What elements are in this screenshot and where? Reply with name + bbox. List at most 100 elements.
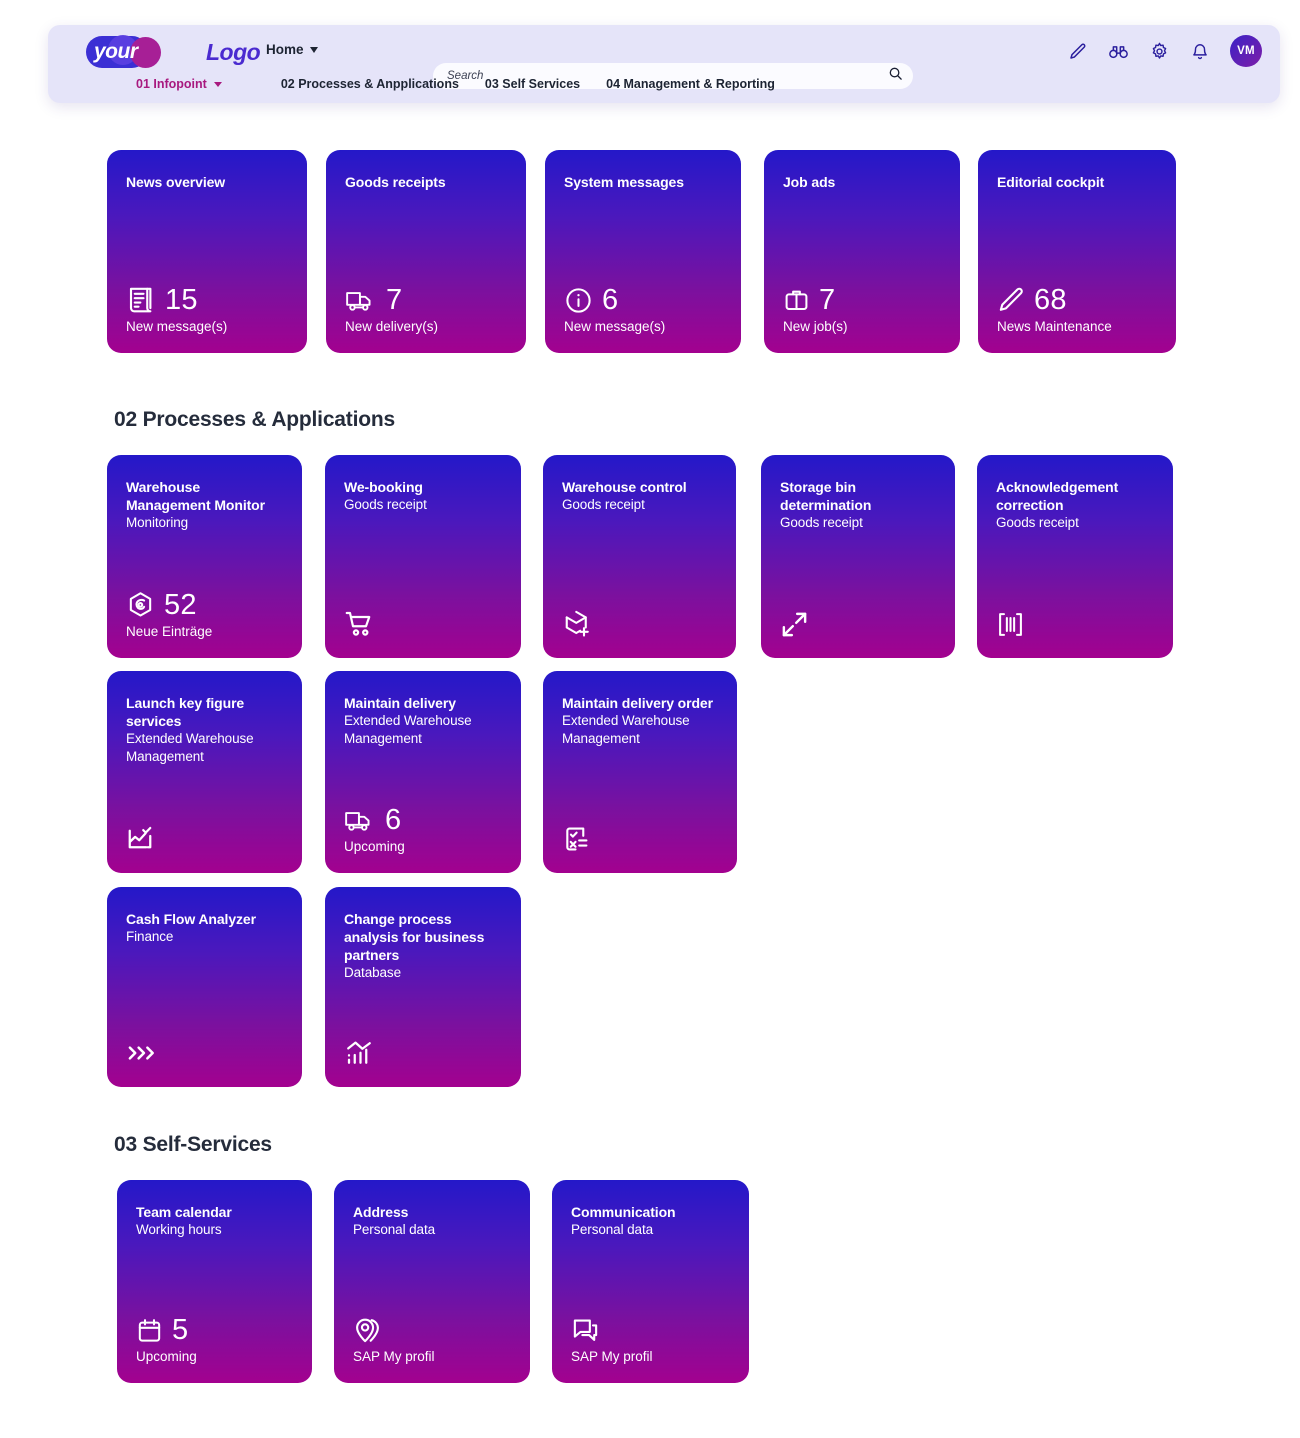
tile-news-overview[interactable]: News overview 15 New message(s) — [107, 150, 307, 353]
tile-subtitle: Extended Warehouse Management — [562, 713, 690, 746]
calendar-icon — [136, 1316, 163, 1345]
tile-storage-bin-determination[interactable]: Storage bin determination Goods receipt — [761, 455, 955, 658]
tile-subtitle: Goods receipt — [780, 515, 863, 530]
tile-header: News overview — [126, 173, 293, 191]
brand-logo[interactable]: your Logo — [86, 35, 261, 69]
tile-communication[interactable]: Communication Personal data SAP My profi… — [552, 1180, 749, 1383]
tile-title: Warehouse Management Monitor — [126, 479, 265, 513]
tile-footer: SAP My profil — [353, 1313, 518, 1366]
chevrons-right-icon — [126, 1036, 290, 1070]
map-pin-icon — [353, 1313, 518, 1347]
bar-chart-trend-icon — [344, 1036, 509, 1070]
tile-change-process-analysis[interactable]: Change process analysis for business par… — [325, 887, 521, 1087]
gear-icon[interactable] — [1148, 40, 1170, 62]
tile-acknowledgement-correction[interactable]: Acknowledgement correction Goods receipt — [977, 455, 1173, 658]
app-header: your Logo Home Search VM 01 Infopoint 02… — [48, 25, 1280, 103]
barcode-scan-icon — [996, 607, 1161, 641]
tile-header: System messages — [564, 173, 727, 191]
tile-footer — [780, 607, 943, 641]
tile-title: We-booking — [344, 479, 423, 495]
tile-job-ads[interactable]: Job ads 7 New job(s) — [764, 150, 960, 353]
tile-metric-label: News Maintenance — [997, 319, 1112, 334]
chevron-down-icon — [213, 81, 222, 87]
tile-footer: 6 Upcoming — [344, 803, 509, 856]
tile-subtitle: Goods receipt — [562, 497, 645, 512]
tile-metric-label: Neue Einträge — [126, 624, 213, 639]
home-dropdown-label: Home — [266, 42, 304, 57]
info-circle-icon — [564, 286, 593, 315]
tile-subtitle: Goods receipt — [996, 515, 1079, 530]
tile-header: Storage bin determination Goods receipt — [780, 478, 941, 532]
tile-title: Communication — [571, 1204, 676, 1220]
tile-title: Goods receipts — [345, 174, 446, 190]
tile-subtitle: Monitoring — [126, 515, 189, 530]
nav-item-management-reporting[interactable]: 04 Management & Reporting — [606, 77, 775, 91]
tile-title: Maintain delivery — [344, 695, 456, 711]
tile-editorial-cockpit[interactable]: Editorial cockpit 68 News Maintenance — [978, 150, 1176, 353]
tile-header: Acknowledgement correction Goods receipt — [996, 478, 1159, 532]
nav-item-self-services[interactable]: 03 Self Services — [485, 77, 580, 91]
pencil-icon[interactable] — [1066, 40, 1088, 62]
tile-subtitle: Goods receipt — [344, 497, 427, 512]
expand-arrows-icon — [780, 607, 943, 641]
tile-team-calendar[interactable]: Team calendar Working hours 5 Upcoming — [117, 1180, 312, 1383]
tile-metric-label: SAP My profil — [571, 1349, 653, 1364]
tile-footer — [344, 1036, 509, 1070]
tile-metric-label: Upcoming — [344, 839, 405, 854]
tile-system-messages[interactable]: System messages 6 New message(s) — [545, 150, 741, 353]
tile-footer: 68 News Maintenance — [997, 283, 1164, 336]
header-action-icons: VM — [1066, 35, 1262, 67]
tile-maintain-delivery[interactable]: Maintain delivery Extended Warehouse Man… — [325, 671, 521, 873]
logo-text-your: your — [94, 40, 138, 63]
tile-address[interactable]: Address Personal data SAP My profil — [334, 1180, 530, 1383]
tile-footer: 52 Neue Einträge — [126, 588, 290, 641]
header-top-row: your Logo Home Search VM — [48, 25, 1280, 89]
tile-title: Acknowledgement correction — [996, 479, 1119, 513]
section-title-self-services: 03 Self-Services — [114, 1133, 272, 1156]
bell-icon[interactable] — [1189, 40, 1211, 62]
tile-header: We-booking Goods receipt — [344, 478, 507, 514]
shopping-cart-icon — [344, 607, 509, 641]
nav-item-processes[interactable]: 02 Processes & Anpplications — [281, 77, 459, 91]
home-dropdown[interactable]: Home — [266, 42, 318, 57]
tile-footer — [344, 607, 509, 641]
primary-nav: 01 Infopoint 02 Processes & Anpplication… — [48, 73, 775, 95]
tile-metric: 7 — [386, 284, 403, 316]
tile-title: Cash Flow Analyzer — [126, 911, 256, 927]
tile-header: Address Personal data — [353, 1203, 516, 1239]
tile-title: Team calendar — [136, 1204, 232, 1220]
tile-warehouse-control[interactable]: Warehouse control Goods receipt — [543, 455, 736, 658]
avatar[interactable]: VM — [1230, 35, 1262, 67]
chat-bubbles-icon — [571, 1313, 737, 1347]
tile-metric: 5 — [172, 1314, 189, 1346]
tile-title: Storage bin determination — [780, 479, 872, 513]
tile-we-booking[interactable]: We-booking Goods receipt — [325, 455, 521, 658]
search-icon[interactable] — [888, 66, 903, 86]
tile-title: Address — [353, 1204, 409, 1220]
tile-launch-key-figure-services[interactable]: Launch key figure services Extended Ware… — [107, 671, 302, 873]
tile-footer — [562, 822, 725, 856]
tile-header: Warehouse Management Monitor Monitoring — [126, 478, 288, 532]
nav-item-infopoint[interactable]: 01 Infopoint — [136, 77, 222, 91]
truck-icon — [344, 806, 376, 834]
tile-cash-flow-analyzer[interactable]: Cash Flow Analyzer Finance — [107, 887, 302, 1087]
tile-maintain-delivery-order[interactable]: Maintain delivery order Extended Warehou… — [543, 671, 737, 873]
tile-header: Maintain delivery order Extended Warehou… — [562, 694, 723, 748]
tile-title: Change process analysis for business par… — [344, 911, 485, 963]
tile-metric: 52 — [164, 589, 197, 621]
tile-title: News overview — [126, 174, 226, 190]
nav-item-infopoint-label: 01 Infopoint — [136, 77, 207, 91]
binoculars-icon[interactable] — [1107, 40, 1129, 62]
tile-subtitle: Extended Warehouse Management — [344, 713, 472, 746]
briefcase-icon — [783, 286, 810, 314]
truck-icon — [345, 286, 377, 314]
tile-header: Communication Personal data — [571, 1203, 735, 1239]
tile-subtitle: Finance — [126, 929, 174, 944]
tile-goods-receipts[interactable]: Goods receipts 7 New delivery(s) — [326, 150, 526, 353]
tile-metric: 6 — [602, 284, 619, 316]
tile-metric-label: New delivery(s) — [345, 319, 439, 334]
tile-warehouse-management-monitor[interactable]: Warehouse Management Monitor Monitoring … — [107, 455, 302, 658]
news-document-icon — [126, 285, 156, 315]
tile-footer: 15 New message(s) — [126, 283, 295, 336]
tile-metric-label: SAP My profil — [353, 1349, 435, 1364]
